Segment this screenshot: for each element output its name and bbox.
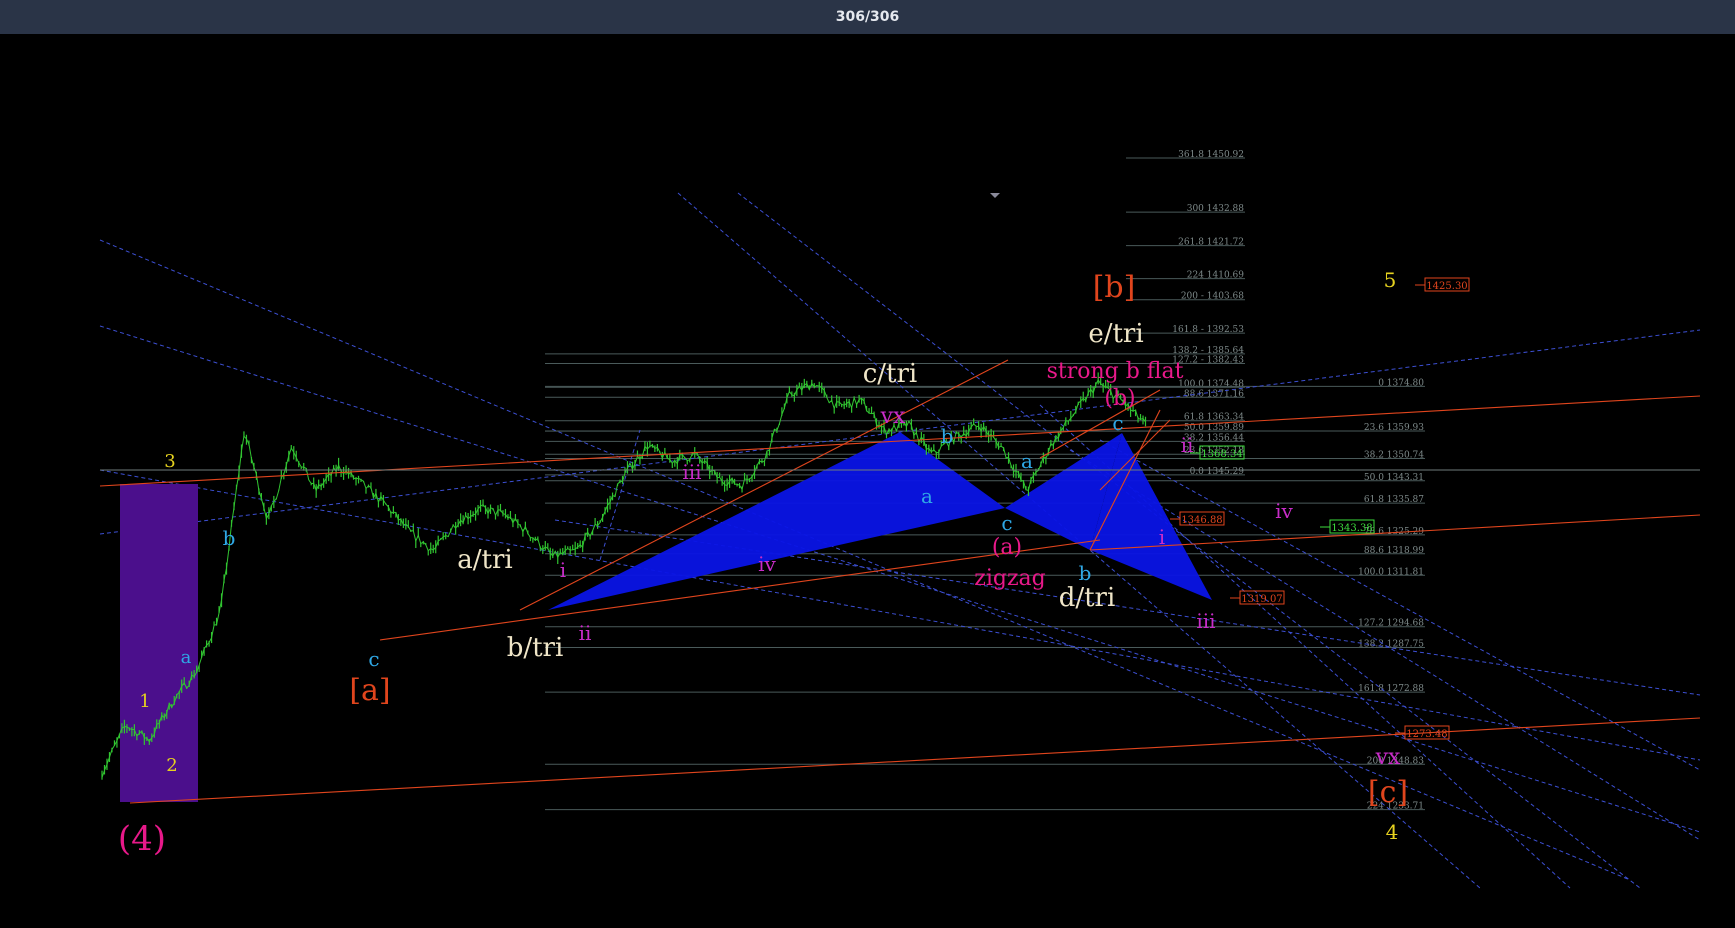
price-tag: 1425.30 bbox=[1426, 281, 1467, 292]
fib-label-lower: 23.6 1359.93 bbox=[1364, 423, 1424, 433]
wave-label: c bbox=[1112, 411, 1123, 435]
image-counter: 306/306 bbox=[835, 9, 900, 25]
wave-label: c bbox=[368, 647, 379, 671]
wave-label: b bbox=[941, 424, 954, 448]
wave-label: (a) bbox=[992, 535, 1022, 560]
channel-dashed-line bbox=[1099, 439, 1701, 771]
wave-label: iii bbox=[682, 460, 701, 484]
channel-dashed-line bbox=[99, 325, 1701, 833]
wave-label: 3 bbox=[164, 451, 175, 472]
fib-label-lower: 38.2 1350.74 bbox=[1364, 451, 1424, 461]
wave-label: strong b flat bbox=[1047, 359, 1184, 384]
wave-label: 2 bbox=[166, 755, 177, 776]
chart-area: 361.8 1450.92 300 1432.88 261.8 1421.72 224… bbox=[0, 34, 1735, 924]
highlight-box bbox=[120, 484, 198, 802]
wave-label: a bbox=[1021, 449, 1033, 473]
fib-label-upper: 224 1410.69 bbox=[1187, 271, 1245, 281]
fib-label-lower: 50.0 1343.31 bbox=[1364, 473, 1424, 483]
wave-label: ii bbox=[579, 621, 592, 645]
fib-label-lower: 88.6 1318.99 bbox=[1364, 546, 1424, 556]
wave-label: vx bbox=[880, 404, 906, 429]
fib-label-upper: 100.0 1374.48 bbox=[1178, 379, 1244, 389]
fib-label-lower: 127.2 1294.68 bbox=[1358, 619, 1424, 629]
wave-label: vx bbox=[1375, 745, 1401, 770]
wave-label: c/tri bbox=[863, 359, 918, 389]
wave-label: iii bbox=[1196, 609, 1215, 633]
price-tag: 1368.34 bbox=[1201, 449, 1242, 460]
wave-label: e/tri bbox=[1088, 319, 1143, 349]
price-tag: 1346.88 bbox=[1181, 515, 1222, 526]
wave-label: b bbox=[1079, 561, 1092, 585]
wave-label: i bbox=[1159, 525, 1165, 549]
wave-label: d/tri bbox=[1059, 583, 1116, 613]
wave-label: iv bbox=[1275, 499, 1293, 523]
wave-label: 4 bbox=[1386, 820, 1399, 844]
fib-label-upper: 0.0 1345.29 bbox=[1190, 467, 1245, 477]
wave-label: [a] bbox=[349, 673, 390, 708]
wave-label: a bbox=[921, 484, 933, 508]
fib-label-upper: 261.8 1421.72 bbox=[1178, 238, 1244, 248]
wave-label: ii bbox=[1181, 433, 1194, 457]
wave-label: [b] bbox=[1093, 270, 1136, 305]
wave-label: [c] bbox=[1368, 775, 1408, 810]
wave-label: a/tri bbox=[457, 545, 512, 575]
fib-label-upper: 161.8 - 1392.53 bbox=[1172, 325, 1244, 335]
wave-label: iv bbox=[758, 552, 776, 576]
chart-marker-icon bbox=[990, 193, 1000, 198]
fib-label-lower: 0 1374.80 bbox=[1378, 378, 1424, 388]
price-tag: 1319.07 bbox=[1241, 594, 1282, 605]
wave-label: zigzag bbox=[974, 566, 1046, 591]
fib-label-upper: 61.8 1363.34 bbox=[1184, 413, 1244, 423]
wave-label: (b) bbox=[1104, 386, 1135, 411]
wave-label: (4) bbox=[118, 819, 166, 859]
price-tag: 1273.48 bbox=[1406, 729, 1447, 740]
fib-label-lower: 61.8 1335.87 bbox=[1364, 495, 1424, 505]
fib-label-upper: 300 1432.88 bbox=[1187, 204, 1245, 214]
wave-label: b/tri bbox=[507, 633, 564, 663]
wave-label: a bbox=[181, 647, 192, 668]
elliott-wave-chart: 361.8 1450.92 300 1432.88 261.8 1421.72 224… bbox=[99, 150, 1701, 889]
fib-label-upper: 200 - 1403.68 bbox=[1181, 292, 1244, 302]
fib-label-upper: 138.2 - 1385.64 bbox=[1172, 346, 1244, 356]
wave-label: 5 bbox=[1384, 268, 1397, 292]
wave-label: c bbox=[1001, 511, 1012, 535]
fib-label-upper: 361.8 1450.92 bbox=[1178, 150, 1244, 160]
price-tag: 1343.38 bbox=[1331, 523, 1372, 534]
fib-label-lower: 161.8 1272.88 bbox=[1358, 684, 1424, 694]
fib-label-lower: 100.0 1311.81 bbox=[1358, 567, 1424, 577]
wave-label: 1 bbox=[139, 691, 150, 712]
viewer-top-bar: 306/306 bbox=[0, 0, 1735, 34]
wave-label: b bbox=[223, 526, 236, 550]
trend-line bbox=[129, 717, 1701, 804]
wave-label: i bbox=[560, 558, 566, 582]
